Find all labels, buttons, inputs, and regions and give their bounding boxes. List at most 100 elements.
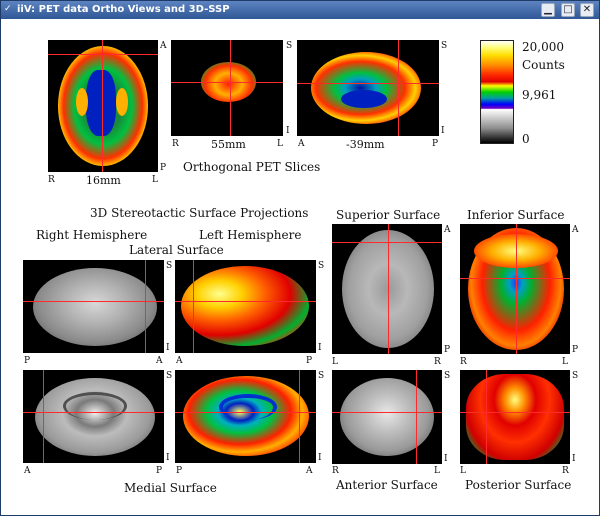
label-I: I (444, 454, 448, 464)
minimize-icon: ▁ (544, 4, 552, 15)
colorbar-mid-label: 9,961 (522, 88, 557, 102)
crosshair-vertical (388, 224, 389, 354)
crosshair-vertical (299, 370, 300, 463)
crosshair-horizontal (175, 412, 316, 413)
sagittal-position-label: -39mm (346, 138, 385, 151)
ortho-heading: Orthogonal PET Slices (183, 160, 321, 174)
label-S: S (166, 261, 173, 271)
crosshair-horizontal (175, 301, 316, 302)
crosshair-horizontal (48, 54, 158, 55)
coronal-superior-label: S (286, 41, 293, 51)
label-L: L (460, 466, 466, 476)
superior-surface-image[interactable] (332, 224, 442, 354)
crosshair-horizontal (23, 301, 164, 302)
coronal-slice-image[interactable] (171, 40, 283, 136)
crosshair-vertical (43, 370, 44, 463)
colorbar-min-label: 0 (522, 132, 530, 146)
axial-anterior-label: A (160, 41, 167, 51)
label-L: L (562, 357, 568, 367)
coronal-inferior-label: I (286, 126, 290, 136)
crosshair-horizontal (460, 412, 570, 413)
label-L: L (332, 357, 338, 367)
sagittal-posterior-label: P (432, 139, 439, 149)
inferior-surface-image[interactable] (460, 224, 570, 354)
sagittal-anterior-label: A (298, 139, 305, 149)
superior-surface-label: Superior Surface (336, 208, 441, 222)
axial-slice-image[interactable] (48, 40, 158, 172)
medial-surface-label: Medial Surface (124, 481, 217, 495)
right-lateral-surface-image[interactable] (23, 260, 164, 353)
color-scale-bar (480, 40, 514, 144)
posterior-surface-label: Posterior Surface (465, 478, 572, 492)
label-P: P (176, 466, 183, 476)
label-R: R (562, 466, 569, 476)
crosshair-vertical (145, 260, 146, 353)
sagittal-inferior-label: I (441, 126, 445, 136)
inferior-surface-label: Inferior Surface (467, 208, 565, 222)
crosshair-vertical (516, 224, 517, 354)
left-medial-surface-image[interactable] (175, 370, 316, 463)
label-P: P (306, 356, 313, 366)
coronal-position-label: 55mm (211, 138, 246, 151)
sagittal-superior-label: S (441, 41, 448, 51)
close-icon: ✕ (582, 4, 592, 15)
close-button[interactable]: ✕ (580, 3, 594, 17)
sagittal-slice-image[interactable] (297, 40, 439, 136)
crosshair-horizontal (332, 412, 442, 413)
label-S: S (572, 371, 579, 381)
label-A: A (444, 225, 451, 235)
crosshair-horizontal (23, 412, 164, 413)
right-hemisphere-label: Right Hemisphere (36, 228, 148, 242)
label-A: A (176, 356, 183, 366)
maximize-icon: □ (563, 4, 573, 15)
axial-left-label: L (152, 175, 158, 185)
label-S: S (166, 371, 173, 381)
anterior-surface-label: Anterior Surface (336, 478, 438, 492)
axial-right-label: R (48, 175, 55, 185)
right-medial-surface-image[interactable] (23, 370, 164, 463)
label-P: P (444, 345, 451, 355)
label-A: A (24, 466, 31, 476)
label-I: I (572, 454, 576, 464)
label-A: A (156, 356, 163, 366)
axial-position-label: 16mm (86, 174, 121, 187)
crosshair-vertical (398, 40, 399, 136)
window-title: iiV: PET data Ortho Views and 3D-SSP (17, 4, 230, 15)
label-L: L (434, 466, 440, 476)
crosshair-vertical (230, 40, 231, 136)
left-hemisphere-label: Left Hemisphere (199, 228, 302, 242)
posterior-surface-image[interactable] (460, 370, 570, 464)
crosshair-horizontal (332, 242, 442, 243)
lateral-surface-label: Lateral Surface (129, 243, 224, 257)
label-I: I (166, 453, 170, 463)
label-S: S (444, 371, 451, 381)
v-icon[interactable]: ✓ (4, 5, 13, 14)
label-A: A (306, 466, 313, 476)
label-R: R (460, 357, 467, 367)
ssp-heading: 3D Stereotactic Surface Projections (90, 206, 309, 220)
label-P: P (156, 466, 163, 476)
colorbar-units-label: Counts (522, 58, 565, 72)
label-P: P (572, 345, 579, 355)
minimize-button[interactable]: ▁ (541, 3, 555, 17)
axial-posterior-label: P (160, 163, 167, 173)
coronal-right-label: R (172, 139, 179, 149)
coronal-left-label: L (277, 139, 283, 149)
label-R: R (332, 466, 339, 476)
crosshair-vertical (486, 370, 487, 464)
anterior-surface-image[interactable] (332, 370, 442, 464)
title-bar[interactable]: ✓ iiV: PET data Ortho Views and 3D-SSP ▁… (1, 1, 599, 19)
label-R: R (434, 357, 441, 367)
left-lateral-surface-image[interactable] (175, 260, 316, 353)
crosshair-horizontal (460, 278, 570, 279)
label-S: S (318, 261, 325, 271)
maximize-button[interactable]: □ (561, 3, 575, 17)
label-I: I (318, 453, 322, 463)
label-P: P (24, 356, 31, 366)
label-S: S (318, 371, 325, 381)
label-A: A (572, 225, 579, 235)
crosshair-vertical (193, 260, 194, 353)
colorbar-max-label: 20,000 (522, 40, 564, 54)
crosshair-vertical (102, 40, 103, 172)
crosshair-horizontal (297, 83, 439, 84)
